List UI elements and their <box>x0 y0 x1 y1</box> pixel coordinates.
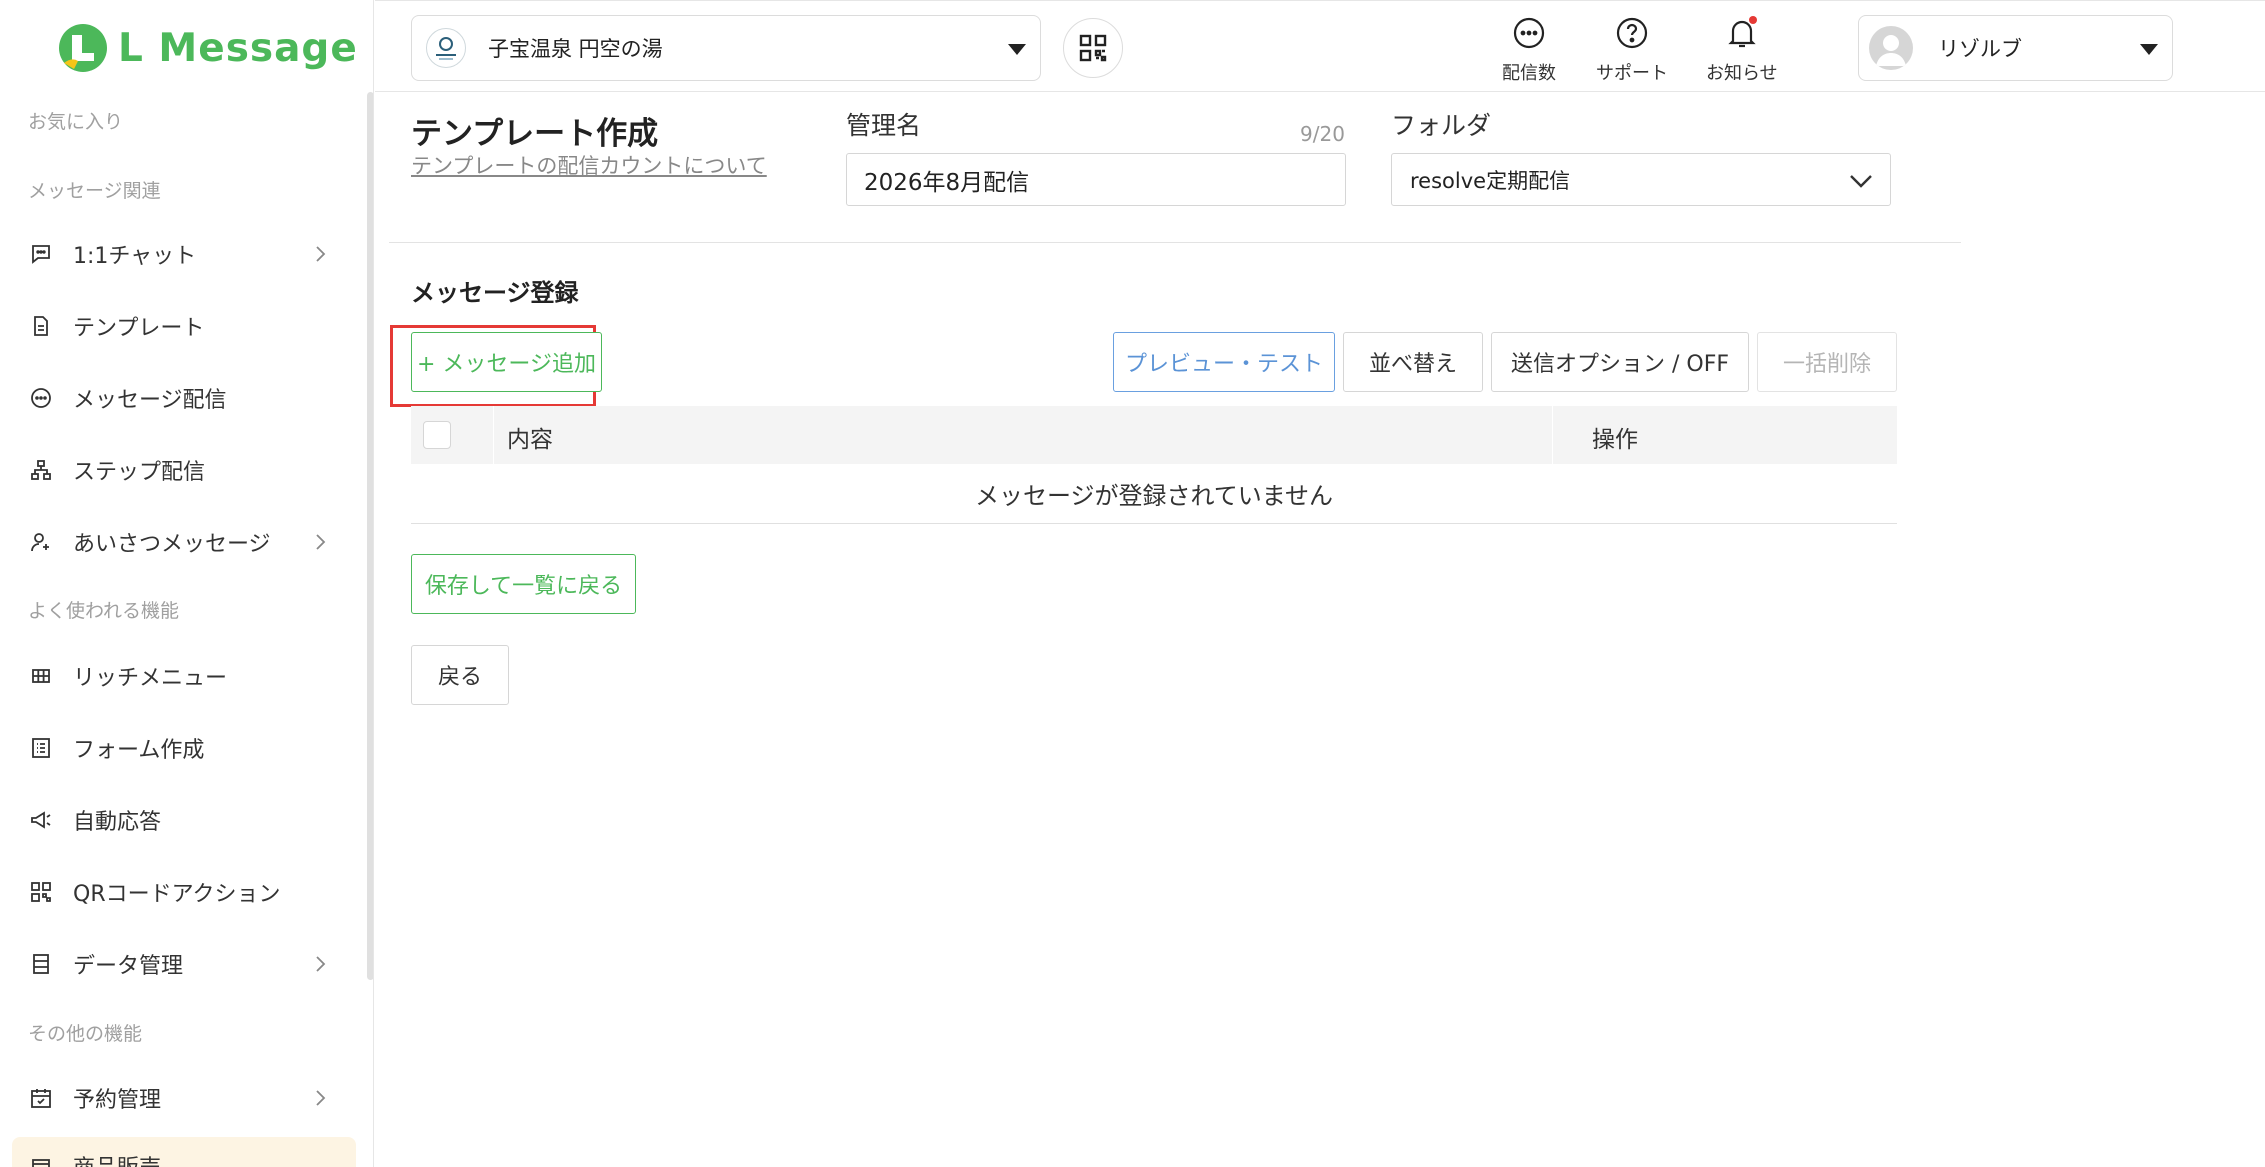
chevron-right-icon <box>310 1088 330 1108</box>
sidebar-item-form[interactable]: フォーム作成 <box>0 719 360 777</box>
user-add-icon <box>28 529 54 555</box>
user-menu[interactable]: リゾルブ <box>1858 15 2173 81</box>
sidebar-item-shop[interactable]: 商品販売 <box>12 1137 356 1167</box>
sidebar-item-label: テンプレート <box>73 316 205 341</box>
document-icon <box>28 313 54 339</box>
message-icon <box>28 385 54 411</box>
calendar-check-icon <box>28 1085 54 1111</box>
sidebar-item-greeting[interactable]: あいさつメッセージ <box>0 513 360 571</box>
section-label-common: よく使われる機能 <box>28 600 180 622</box>
notification-dot <box>1748 16 1757 24</box>
sidebar-item-label: QRコードアクション <box>73 882 281 907</box>
sidebar-item-label: 予約管理 <box>73 1088 162 1113</box>
sidebar-item-auto-reply[interactable]: 自動応答 <box>0 791 360 849</box>
sidebar-scrollbar[interactable] <box>367 92 373 980</box>
notifications-label: お知らせ <box>1706 63 1778 84</box>
hierarchy-icon <box>28 457 54 483</box>
section-divider <box>389 242 1961 243</box>
sidebar-item-reservation[interactable]: 予約管理 <box>0 1069 360 1127</box>
sidebar-item-chat[interactable]: 1:1チャット <box>0 225 360 283</box>
folder-select-value: resolve定期配信 <box>1410 168 1571 193</box>
sidebar-item-template[interactable]: テンプレート <box>0 297 360 355</box>
bell-icon <box>1724 15 1760 51</box>
logo-icon <box>58 23 108 73</box>
grid-icon <box>28 663 54 689</box>
delivery-count-label: 配信数 <box>1502 63 1556 84</box>
qr-code-icon <box>28 879 54 905</box>
sort-button[interactable]: 並べ替え <box>1343 332 1483 392</box>
shop-icon <box>28 1153 54 1167</box>
caret-down-icon <box>1008 44 1026 55</box>
qr-code-button[interactable] <box>1063 18 1123 78</box>
sidebar-item-label: データ管理 <box>73 954 184 979</box>
bulk-delete-button[interactable]: 一括削除 <box>1757 332 1897 392</box>
user-name: リゾルブ <box>1938 37 2022 61</box>
megaphone-icon <box>28 807 54 833</box>
page-title: テンプレート作成 <box>411 116 659 152</box>
chevron-right-icon <box>310 954 330 974</box>
add-message-button[interactable]: + メッセージ追加 <box>411 332 602 392</box>
account-avatar <box>426 28 466 68</box>
folder-select[interactable]: resolve定期配信 <box>1391 153 1891 206</box>
sidebar-item-label: フォーム作成 <box>73 738 205 763</box>
column-divider <box>1552 406 1553 464</box>
logo[interactable]: L Message <box>58 20 358 76</box>
main-content: テンプレート作成 テンプレートの配信カウントについて 管理名 9/20 フォルダ… <box>375 93 2265 1167</box>
sidebar-item-step[interactable]: ステップ配信 <box>0 441 360 499</box>
message-table-header: 内容 操作 <box>411 406 1897 464</box>
folder-field-label: フォルダ <box>1391 111 1492 140</box>
sidebar-item-qr-action[interactable]: QRコードアクション <box>0 863 360 921</box>
chat-bubble-icon <box>28 241 54 267</box>
sidebar-item-data[interactable]: データ管理 <box>0 935 360 993</box>
help-icon <box>1614 15 1650 51</box>
delivery-count-help-link[interactable]: テンプレートの配信カウントについて <box>411 150 767 180</box>
top-bar: 子宝温泉 円空の湯 配信数 サポート お知らせ リゾルブ <box>375 0 2265 92</box>
chevron-right-icon <box>310 244 330 264</box>
notifications-button[interactable]: お知らせ <box>1706 15 1778 85</box>
name-char-count: 9/20 <box>1300 122 1345 146</box>
select-all-checkbox[interactable] <box>423 421 451 449</box>
account-name: 子宝温泉 円空の湯 <box>488 37 663 61</box>
chevron-right-icon <box>310 532 330 552</box>
section-label-favorites: お気に入り <box>28 111 124 133</box>
column-header-content: 内容 <box>507 427 553 453</box>
sidebar-item-label: 商品販売 <box>73 1150 161 1167</box>
save-and-return-button[interactable]: 保存して一覧に戻る <box>411 554 636 614</box>
preview-test-button[interactable]: プレビュー・テスト <box>1113 332 1335 392</box>
caret-down-icon <box>2140 44 2158 55</box>
support-label: サポート <box>1596 63 1668 84</box>
sidebar: L Message お気に入り メッセージ関連 1:1チャット テンプレート メ… <box>0 0 374 1167</box>
name-field-label: 管理名 <box>846 111 922 140</box>
sidebar-item-label: リッチメニュー <box>73 666 228 691</box>
section-label-other: その他の機能 <box>28 1023 143 1045</box>
sidebar-item-rich-menu[interactable]: リッチメニュー <box>0 647 360 705</box>
back-button[interactable]: 戻る <box>411 645 509 705</box>
chat-dots-icon <box>1511 15 1547 51</box>
user-avatar-icon <box>1869 26 1913 70</box>
sidebar-item-label: ステップ配信 <box>73 460 206 485</box>
account-selector[interactable]: 子宝温泉 円空の湯 <box>411 15 1041 81</box>
message-section-title: メッセージ登録 <box>411 279 579 307</box>
qr-code-icon <box>1079 34 1107 62</box>
sidebar-item-label: メッセージ配信 <box>73 388 227 413</box>
support-button[interactable]: サポート <box>1596 15 1668 85</box>
empty-state-row: メッセージが登録されていません <box>411 464 1897 524</box>
section-label-message: メッセージ関連 <box>28 180 161 202</box>
chevron-down-icon <box>1848 168 1874 194</box>
column-divider <box>493 406 494 464</box>
column-header-actions: 操作 <box>1592 427 1638 453</box>
delivery-count-button[interactable]: 配信数 <box>1502 15 1556 85</box>
sidebar-item-label: 1:1チャット <box>73 244 197 269</box>
name-input[interactable] <box>846 153 1346 206</box>
database-icon <box>28 951 54 977</box>
sidebar-item-label: あいさつメッセージ <box>73 532 271 557</box>
sidebar-item-label: 自動応答 <box>73 810 162 835</box>
sidebar-item-broadcast[interactable]: メッセージ配信 <box>0 369 360 427</box>
send-option-button[interactable]: 送信オプション / OFF <box>1491 332 1749 392</box>
form-icon <box>28 735 54 761</box>
logo-text: L Message <box>118 25 358 71</box>
